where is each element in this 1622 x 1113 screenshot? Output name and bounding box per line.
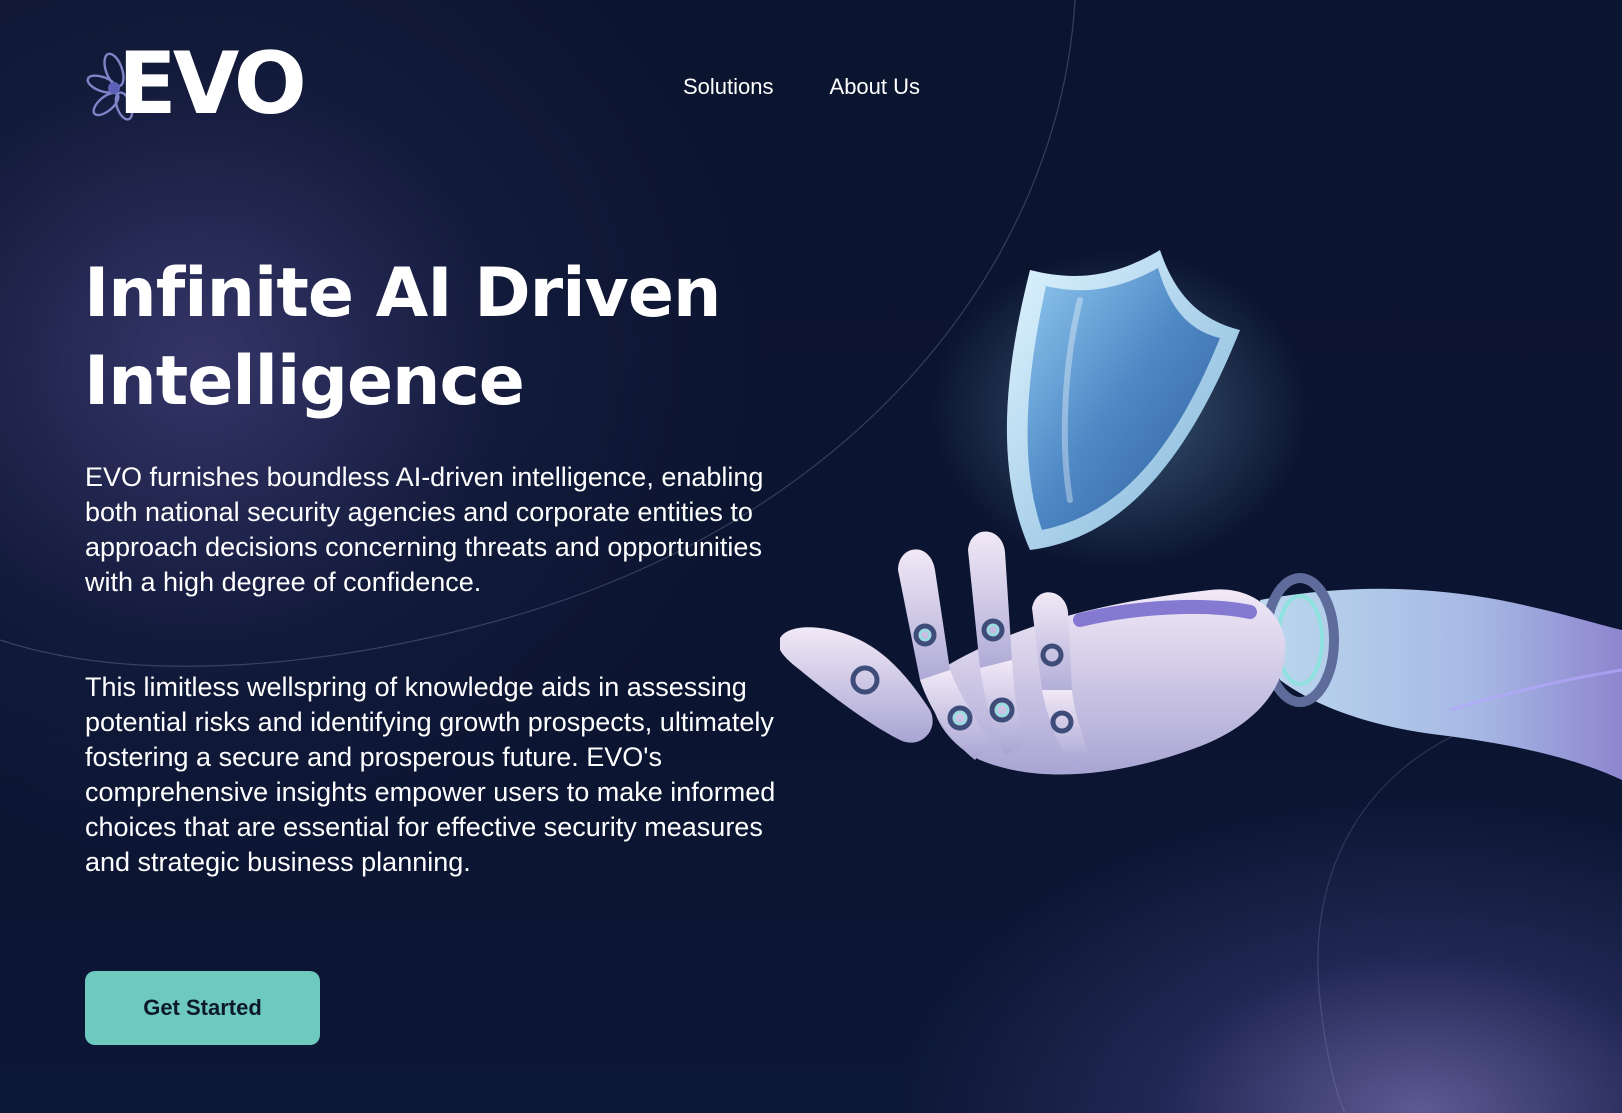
landing-page: EVO Solutions About Us Infinite AI Drive… [0, 0, 1622, 1113]
evo-logo[interactable]: EVO [84, 36, 334, 132]
main-nav: Solutions About Us [683, 74, 920, 100]
hero-title: Infinite AI Driven Intelligence [84, 250, 844, 426]
nav-link-about-us[interactable]: About Us [830, 74, 921, 100]
robot-thumb [780, 627, 933, 743]
hero-paragraph-1: EVO furnishes boundless AI-driven intell… [85, 462, 764, 597]
nav-link-solutions[interactable]: Solutions [683, 74, 774, 100]
robotic-hand-holding-shield-icon [780, 250, 1622, 780]
hero-paragraph-2: This limitless wellspring of knowledge a… [85, 672, 776, 877]
get-started-button[interactable]: Get Started [85, 971, 320, 1045]
logo-wordmark: EVO [118, 34, 307, 134]
hero-title-line1: Infinite AI Driven [84, 254, 721, 333]
hero-title-line2: Intelligence [84, 342, 525, 421]
robot-arm [1260, 573, 1622, 780]
